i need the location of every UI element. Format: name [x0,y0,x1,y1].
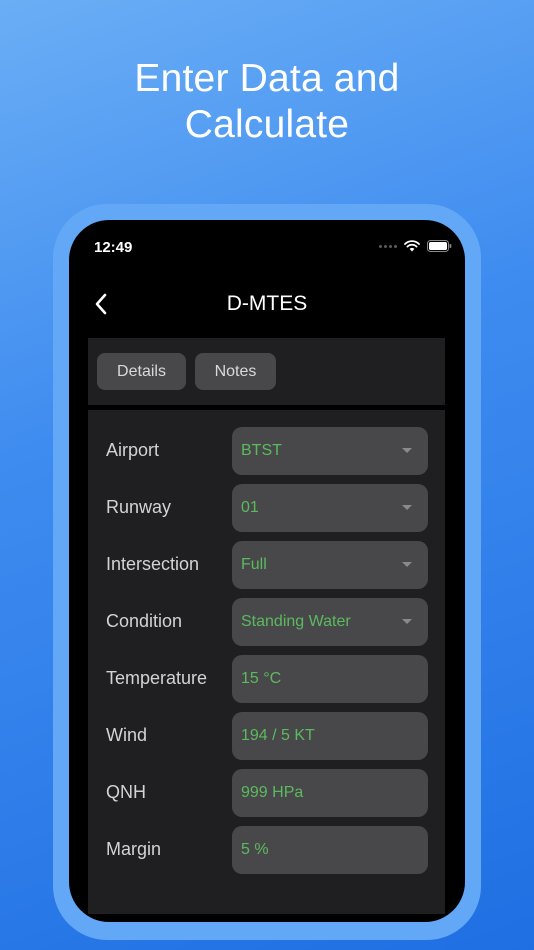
status-time: 12:49 [94,239,133,256]
runway-dropdown[interactable]: 01 [232,484,428,532]
intersection-dropdown[interactable]: Full [232,541,428,589]
form-row-wind: Wind 194 / 5 KT [88,712,445,760]
form-row-temperature: Temperature 15 °C [88,655,445,703]
form-row-airport: Airport BTST [88,427,445,475]
dropdown-arrow-icon [402,448,412,453]
airport-dropdown[interactable]: BTST [232,427,428,475]
temperature-input[interactable]: 15 °C [232,655,428,703]
page-title: D-MTES [226,292,308,315]
navigation-bar: D-MTES [69,282,465,326]
margin-value: 5 % [241,841,269,858]
runway-value: 01 [241,499,259,516]
wind-input[interactable]: 194 / 5 KT [232,712,428,760]
details-form: Airport BTST Runway 01 Intersection Full… [88,410,445,914]
tab-details[interactable]: Details [97,353,186,390]
qnh-input[interactable]: 999 HPa [232,769,428,817]
dropdown-arrow-icon [402,505,412,510]
airport-value: BTST [241,442,282,459]
headline-line-2: Calculate [184,103,350,146]
tab-bar: Details Notes [88,338,445,405]
qnh-value: 999 HPa [241,784,304,801]
wind-value: 194 / 5 KT [241,727,315,744]
headline-line-1: Enter Data and [134,57,400,100]
status-bar: 12:49 [69,220,465,276]
phone-screen: 12:49 D-MTES Details Notes Airport BTST … [69,220,465,922]
condition-dropdown[interactable]: Standing Water [232,598,428,646]
margin-label: Margin [106,839,162,859]
form-row-qnh: QNH 999 HPa [88,769,445,817]
signal-dots-icon [379,244,397,248]
wind-label: Wind [106,725,148,745]
tab-notes[interactable]: Notes [195,353,276,390]
battery-icon [427,240,452,252]
form-row-margin: Margin 5 % [88,826,445,874]
status-icons [379,240,452,252]
wifi-icon [404,240,420,252]
intersection-label: Intersection [106,554,200,574]
condition-value: Standing Water [241,613,351,630]
qnh-label: QNH [106,782,146,802]
marketing-headline: Enter Data and Calculate [0,56,534,148]
temperature-label: Temperature [106,668,208,688]
margin-input[interactable]: 5 % [232,826,428,874]
intersection-value: Full [241,556,267,573]
form-row-intersection: Intersection Full [88,541,445,589]
runway-label: Runway [106,497,172,517]
form-row-runway: Runway 01 [88,484,445,532]
form-row-condition: Condition Standing Water [88,598,445,646]
temperature-value: 15 °C [241,670,282,687]
dropdown-arrow-icon [402,619,412,624]
airport-label: Airport [106,440,160,460]
dropdown-arrow-icon [402,562,412,567]
condition-label: Condition [106,611,183,631]
